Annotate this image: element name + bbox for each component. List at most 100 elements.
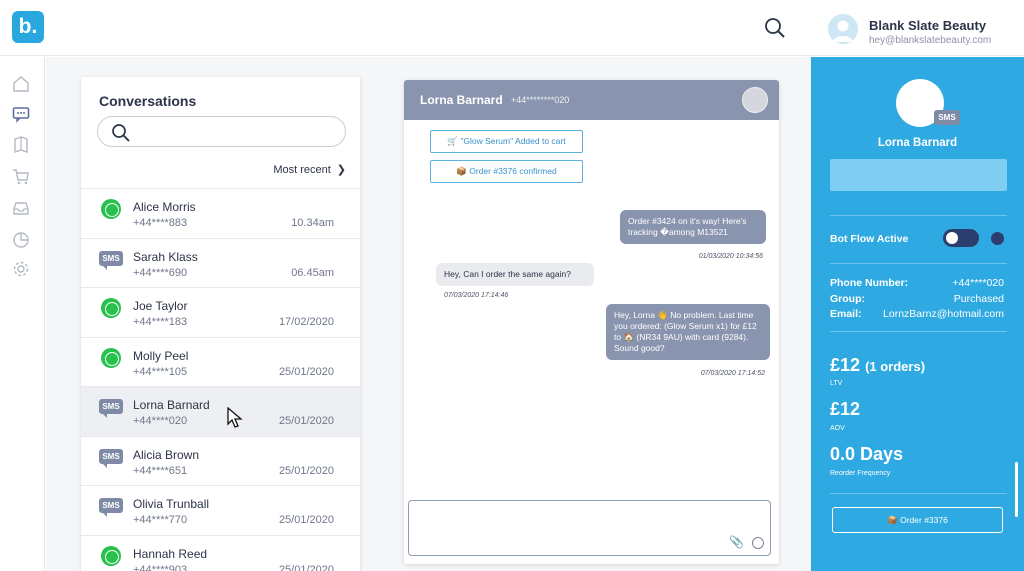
reorder-frequency-value: 0.0 Days [830,444,904,464]
aov-value: £12 [830,399,861,419]
app-logo[interactable]: b. [12,11,44,43]
contact-phone: +44****651 [133,464,188,477]
panel-scrollbar[interactable] [1015,462,1018,517]
mouse-cursor-icon [227,407,243,428]
conversation-row[interactable]: Joe Taylor +44****183 17/02/2020 [81,287,360,337]
phone-label: Phone Number: [830,277,909,289]
order-button[interactable]: 📦 Order #3376 [832,507,1003,533]
contact-phone: +44****183 [133,316,188,328]
conversation-time: 25/01/2020 [278,464,334,477]
whatsapp-icon [101,199,121,219]
contact-avatar[interactable] [742,87,768,113]
conversation-row[interactable]: SMS Sarah Klass +44****690 06.45am [81,237,360,288]
divider [830,493,1007,494]
contact-phone: +44****903 [133,563,188,571]
whatsapp-icon [101,347,121,368]
search-icon [112,124,130,142]
inbox-icon[interactable] [12,199,30,217]
contact-name: Joe Taylor [133,299,188,313]
contact-phone: +44****883 [133,217,188,229]
home-icon[interactable] [12,75,30,93]
group-value: Purchased [953,293,1004,305]
top-bar: b. Blank Slate Beauty hey@blankslatebeau… [0,0,1024,56]
conversations-panel: Conversations Most recent ❯ Alice Morris +… [81,77,360,571]
whatsapp-icon [99,199,123,221]
customer-note-field[interactable] [830,159,1007,191]
divider [830,331,1007,332]
bot-flow-toggle[interactable] [943,229,979,247]
sms-badge: SMS [99,448,123,468]
email-value: LornzBarnz@hotmail.com [883,308,1004,320]
contact-name: Lorna Barnard [133,398,210,412]
chevron-down-icon: ❯ [336,164,346,176]
message-timestamp: 07/03/2020 17:14:46 [444,292,509,299]
contact-name: Alice Morris [133,200,196,214]
message-timestamp: 01/03/2020 10:34:56 [698,253,763,260]
contact-phone: +44****105 [133,365,188,378]
brand-name: Blank Slate Beauty [869,18,987,33]
conversations-title: Conversations [99,93,197,109]
chat-contact-phone: +44********020 [511,95,570,105]
conversation-time: 25/01/2020 [278,514,334,526]
sms-icon: SMS [99,397,123,419]
message-bubble-outgoing: Order #3424 on it's way! Here's tracking… [620,210,766,244]
chat-contact-name: Lorna Barnard [420,93,503,107]
ltv-orders: (1 orders) [865,359,926,374]
conversation-time: 17/02/2020 [278,316,334,328]
divider [830,263,1007,264]
sort-label: Most recent [273,164,331,176]
message-composer-input[interactable]: 📎 [408,500,771,556]
contact-phone: +44****770 [133,514,188,526]
conversation-row[interactable]: Alice Morris +44****883 10.34am [81,188,360,238]
conversation-time: 25/01/2020 [278,415,334,427]
emoji-icon[interactable] [752,537,764,549]
sms-icon: SMS [99,249,123,271]
contact-name: Olivia Trunball [133,497,210,511]
whatsapp-icon [101,298,121,318]
message-timestamp: 07/03/2020 17:14:52 [700,370,765,377]
conversation-row[interactable]: SMS Lorna Barnard +44****020 25/01/2020 [81,386,360,436]
chat-icon[interactable] [12,105,30,123]
contact-phone: +44****690 [133,266,188,279]
contact-name: Alicia Brown [133,447,200,462]
sms-badge: SMS [99,250,123,270]
side-rail [0,57,45,571]
divider [830,215,1007,216]
event-order-confirmed[interactable]: 📦 Order #3376 confirmed [430,160,583,183]
aov-label: AOV [830,425,845,432]
attachment-icon[interactable]: 📎 [729,535,744,549]
bot-flow-label: Bot Flow Active [830,233,909,245]
contact-name: Hannah Reed [133,546,208,561]
sms-icon: SMS [99,447,123,469]
user-avatar[interactable] [828,14,858,44]
chart-icon[interactable] [12,231,30,249]
conversation-time: 06.45am [291,266,334,279]
whatsapp-icon [99,347,123,370]
contact-name: Sarah Klass [133,249,198,264]
conversation-search-input[interactable] [97,116,346,147]
conversation-row[interactable]: Hannah Reed +44****903 25/01/2020 [81,534,360,571]
conversation-time: 25/01/2020 [278,563,334,571]
chat-header: Lorna Barnard +44********020 [404,80,779,120]
conversation-row[interactable]: Molly Peel +44****105 25/01/2020 [81,336,360,387]
contact-name: Molly Peel [133,348,189,363]
bot-flow-status-dot [991,232,1004,245]
event-added-to-cart[interactable]: 🛒 "Glow Serum" Added to cart [430,130,583,153]
contact-phone: +44****020 [133,415,188,427]
reorder-frequency-label: Reorder Frequency [830,470,891,477]
settings-icon[interactable] [12,260,30,278]
conversation-row[interactable]: SMS Alicia Brown +44****651 25/01/2020 [81,435,360,486]
brand-email: hey@blankslatebeauty.com [869,35,992,46]
sort-dropdown[interactable]: Most recent ❯ [273,163,346,176]
ltv-label: LTV [830,380,843,387]
cart-icon[interactable] [12,168,30,186]
sms-badge: SMS [99,498,123,517]
conversation-time: 10.34am [291,217,334,229]
search-icon[interactable] [764,17,786,39]
customer-name: Lorna Barnard [877,137,958,149]
conversation-row[interactable]: SMS Olivia Trunball +44****770 25/01/2020 [81,485,360,535]
sms-icon: SMS [99,496,123,518]
phone-value: +44****020 [952,277,1004,289]
book-icon[interactable] [12,136,30,154]
user-icon [833,20,853,42]
